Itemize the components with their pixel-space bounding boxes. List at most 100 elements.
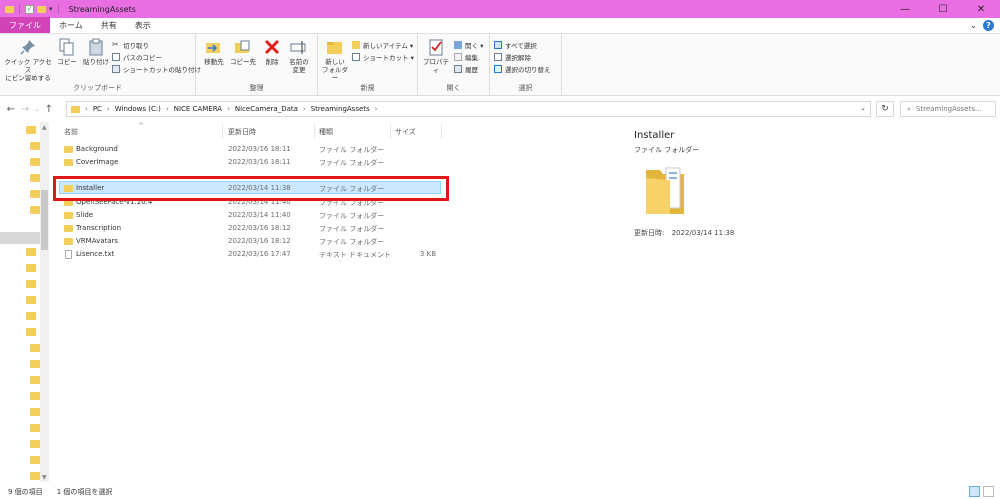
breadcrumb-nicecamera-data[interactable]: NiceCamera_Data bbox=[235, 105, 298, 113]
help-icon[interactable]: ? bbox=[983, 20, 994, 31]
chevron-right-icon[interactable]: › bbox=[303, 105, 306, 113]
table-row[interactable]: Lisence.txt 2022/03/16 17:47 テキスト ドキュメント… bbox=[60, 248, 440, 261]
breadcrumb-windows-c[interactable]: Windows (C:) bbox=[115, 105, 161, 113]
table-row[interactable]: Background 2022/03/16 18:11 ファイル フォルダー bbox=[60, 143, 440, 156]
nav-folder-icon[interactable] bbox=[26, 312, 36, 320]
table-row[interactable]: VRMAvatars 2022/03/16 18:12 ファイル フォルダー bbox=[60, 235, 440, 248]
nav-folder-icon[interactable] bbox=[30, 158, 40, 166]
delete-button[interactable]: 削除 bbox=[260, 38, 284, 66]
easy-access-button[interactable]: ショートカット ▾ bbox=[352, 52, 414, 62]
edit-button[interactable]: 編集 bbox=[454, 52, 478, 62]
preview-modified-label: 更新日時: bbox=[634, 229, 665, 237]
nav-folder-icon[interactable] bbox=[26, 280, 36, 288]
nav-folder-icon[interactable] bbox=[30, 376, 40, 384]
nav-folder-icon[interactable] bbox=[30, 456, 40, 464]
open-label: 開く ▾ bbox=[465, 42, 484, 50]
new-item-button[interactable]: 新しいアイテム ▾ bbox=[352, 40, 413, 50]
up-arrow-icon[interactable]: ↑ bbox=[42, 104, 56, 115]
properties-icon bbox=[427, 38, 445, 56]
text-document-icon bbox=[65, 250, 72, 259]
forward-arrow-icon[interactable]: → bbox=[18, 104, 32, 115]
file-type: ファイル フォルダー bbox=[319, 212, 385, 220]
customize-toolbar-chevron-icon[interactable]: ▾ bbox=[49, 5, 53, 13]
nav-folder-icon[interactable] bbox=[30, 190, 40, 198]
nav-folder-icon[interactable] bbox=[26, 248, 36, 256]
paste-button[interactable]: 貼り付け bbox=[80, 38, 112, 66]
nav-folder-icon[interactable] bbox=[30, 392, 40, 400]
copy-path-button[interactable]: パスのコピー bbox=[112, 52, 162, 62]
chevron-right-icon[interactable]: › bbox=[107, 105, 110, 113]
cut-button[interactable]: ✂ 切り取り bbox=[112, 40, 149, 51]
new-group: 新しい フォルダー 新しいアイテム ▾ ショートカット ▾ 新規 bbox=[318, 34, 418, 96]
tab-file[interactable]: ファイル bbox=[0, 17, 50, 33]
large-icons-view-icon[interactable] bbox=[983, 486, 994, 497]
status-bar: 9 個の項目 1 個の項目を選択 bbox=[0, 484, 1000, 499]
refresh-button[interactable]: ↻ bbox=[876, 101, 894, 117]
new-folder-icon[interactable] bbox=[37, 5, 46, 13]
tab-view[interactable]: 表示 bbox=[126, 17, 160, 33]
nav-folder-icon[interactable] bbox=[30, 408, 40, 416]
tab-share[interactable]: 共有 bbox=[92, 17, 126, 33]
chevron-right-icon[interactable]: › bbox=[227, 105, 230, 113]
column-divider[interactable] bbox=[222, 124, 223, 138]
copy-to-button[interactable]: コピー先 bbox=[228, 38, 258, 66]
column-modified[interactable]: 更新日時 bbox=[228, 127, 256, 137]
collapse-ribbon-chevron-icon[interactable]: ⌄ bbox=[970, 21, 977, 30]
search-input[interactable]: ⌕ StreamingAssets... bbox=[900, 101, 996, 117]
move-to-button[interactable]: 移動先 bbox=[200, 38, 228, 66]
breadcrumb-streamingassets[interactable]: StreamingAssets bbox=[311, 105, 370, 113]
nav-folder-icon[interactable] bbox=[26, 296, 36, 304]
table-row[interactable]: CoverImage 2022/03/16 18:11 ファイル フォルダー bbox=[60, 156, 440, 169]
properties-check-icon[interactable]: ✓ bbox=[25, 4, 34, 14]
breadcrumb-pc[interactable]: PC bbox=[93, 105, 102, 113]
column-type[interactable]: 種類 bbox=[319, 127, 333, 137]
minimize-button[interactable]: — bbox=[886, 0, 924, 18]
recent-locations-chevron-icon[interactable]: ⌄ bbox=[32, 105, 42, 113]
maximize-button[interactable]: ☐ bbox=[924, 0, 962, 18]
column-divider[interactable] bbox=[314, 124, 315, 138]
invert-selection-button[interactable]: 選択の切り替え bbox=[494, 64, 551, 74]
new-folder-button[interactable]: 新しい フォルダー bbox=[320, 38, 350, 82]
details-view-icon[interactable] bbox=[969, 486, 980, 497]
scroll-down-chevron-icon[interactable]: ▼ bbox=[42, 474, 47, 481]
column-name[interactable]: 名前 bbox=[64, 127, 78, 137]
copy-button[interactable]: コピー bbox=[55, 38, 79, 66]
nav-folder-icon[interactable] bbox=[26, 264, 36, 272]
nav-folder-icon[interactable] bbox=[30, 440, 40, 448]
nav-folder-icon[interactable] bbox=[30, 206, 40, 214]
select-none-button[interactable]: 選択解除 bbox=[494, 52, 531, 62]
chevron-right-icon[interactable]: › bbox=[85, 105, 88, 113]
history-button[interactable]: 履歴 bbox=[454, 64, 478, 74]
chevron-right-icon[interactable]: › bbox=[166, 105, 169, 113]
select-all-button[interactable]: すべて選択 bbox=[494, 40, 537, 50]
nav-folder-icon[interactable] bbox=[30, 424, 40, 432]
table-row[interactable]: Slide 2022/03/14 11:40 ファイル フォルダー bbox=[60, 209, 440, 222]
column-size[interactable]: サイズ bbox=[395, 127, 416, 137]
rename-button[interactable]: 名前の 変更 bbox=[286, 38, 312, 74]
pin-quick-access-button[interactable]: クイック アクセス にピン留めする bbox=[4, 38, 52, 82]
nav-folder-icon[interactable] bbox=[30, 472, 40, 480]
close-button[interactable]: ✕ bbox=[962, 0, 1000, 18]
tab-home[interactable]: ホーム bbox=[50, 17, 92, 33]
properties-button[interactable]: プロパティ bbox=[420, 38, 452, 74]
copy-to-label: コピー先 bbox=[230, 58, 256, 66]
nav-scrollbar-thumb[interactable] bbox=[41, 190, 48, 250]
nav-folder-icon[interactable] bbox=[30, 344, 40, 352]
nav-folder-icon[interactable] bbox=[26, 328, 36, 336]
nav-folder-icon[interactable] bbox=[30, 142, 40, 150]
table-row[interactable]: Transcription 2022/03/16 18:12 ファイル フォルダ… bbox=[60, 222, 440, 235]
address-bar[interactable]: › PC › Windows (C:) › NICE CAMERA › Nice… bbox=[66, 101, 871, 117]
address-history-chevron-icon[interactable]: ⌄ bbox=[860, 104, 866, 112]
back-arrow-icon[interactable]: ← bbox=[4, 104, 18, 115]
nav-folder-icon[interactable] bbox=[26, 126, 36, 134]
nav-scrollbar[interactable] bbox=[40, 122, 49, 482]
breadcrumb-nice-camera[interactable]: NICE CAMERA bbox=[174, 105, 222, 113]
paste-shortcut-button[interactable]: ショートカットの貼り付け bbox=[112, 64, 201, 74]
scroll-up-chevron-icon[interactable]: ▲ bbox=[42, 124, 47, 131]
column-divider[interactable] bbox=[441, 124, 442, 138]
nav-folder-icon[interactable] bbox=[30, 174, 40, 182]
nav-folder-icon[interactable] bbox=[30, 360, 40, 368]
open-button[interactable]: 開く ▾ bbox=[454, 40, 483, 50]
column-divider[interactable] bbox=[390, 124, 391, 138]
chevron-right-icon[interactable]: › bbox=[375, 105, 378, 113]
